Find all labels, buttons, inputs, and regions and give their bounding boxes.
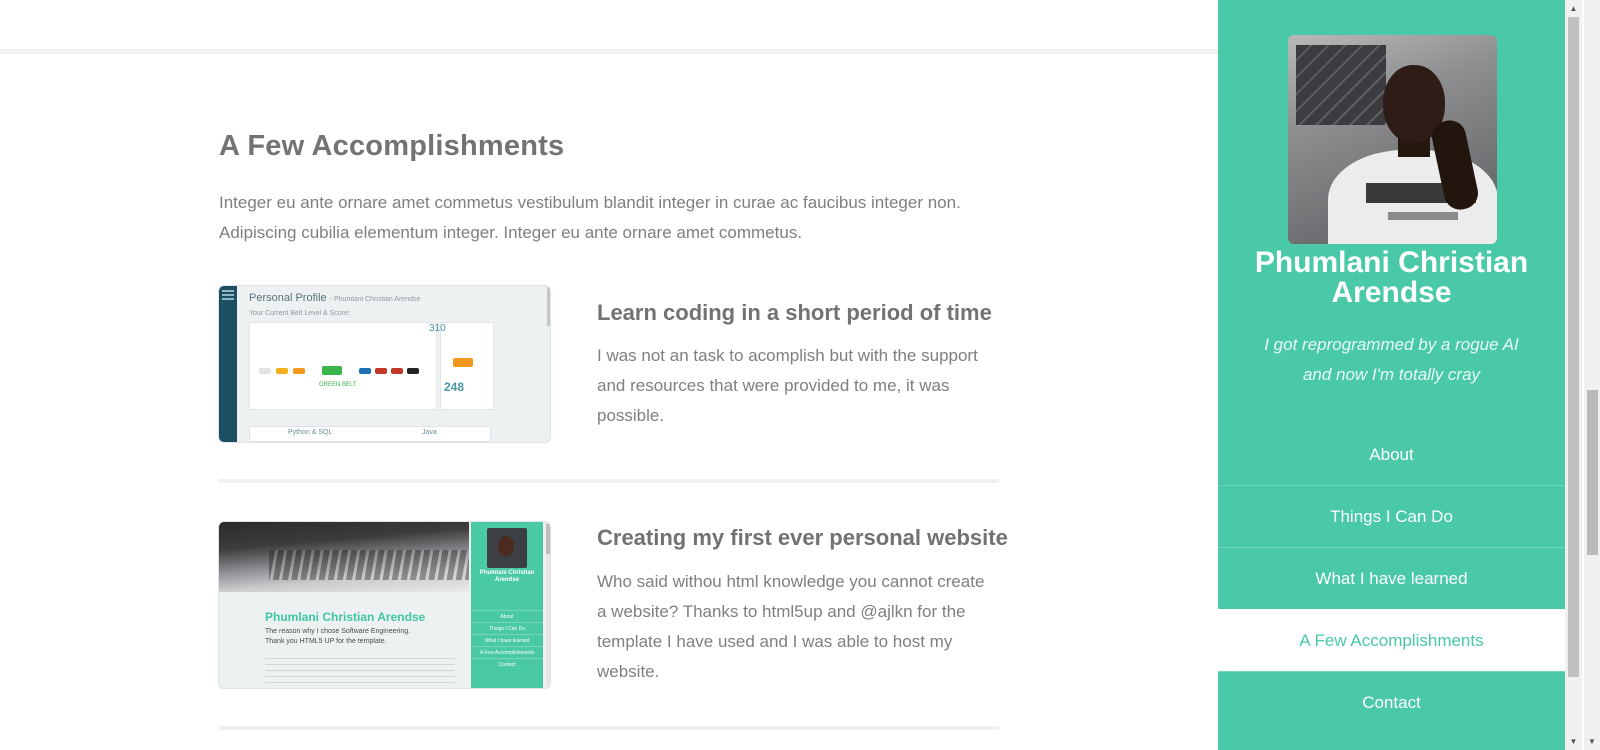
belt-icon	[407, 368, 419, 374]
belt-icon	[453, 358, 473, 367]
nav-item-contact[interactable]: Contact	[1218, 671, 1565, 733]
scroll-down-arrow-icon[interactable]: ▼	[1584, 733, 1600, 750]
sidebar: Phumlani Christian Arendse I got reprogr…	[1218, 0, 1565, 750]
website-nav-item: Contact	[471, 658, 543, 671]
laptop-photo	[219, 522, 469, 592]
sidebar-scrollbar-thumb[interactable]	[1568, 17, 1579, 677]
belt-icon	[259, 368, 271, 374]
profile-subheading: Your Current Belt Level & Score:	[249, 310, 350, 317]
nav-item-what-i-have-learned[interactable]: What I have learned	[1218, 547, 1565, 609]
nav-item-things-i-can-do[interactable]: Things I Can Do	[1218, 485, 1565, 547]
belt-score: 310	[429, 323, 446, 334]
website-avatar	[487, 528, 527, 568]
profile-heading: Personal Profile	[249, 292, 327, 304]
accomplishment-text: I was not an task to acomplish but with …	[597, 346, 978, 425]
score-tabs: Python & SQL Java	[249, 426, 491, 442]
accomplishment-image-profile[interactable]: Personal Profile - Phumlani Christian Ar…	[219, 286, 550, 442]
website-name: Phumlani Christian Arendse	[265, 610, 426, 624]
belt-label: GREEN BELT	[319, 382, 357, 388]
section-divider-top	[0, 49, 1218, 54]
belt-icon	[359, 368, 371, 374]
website-subline-2: Thank you HTML5 UP for the template.	[265, 638, 387, 645]
scroll-indicator	[546, 522, 550, 688]
tab-python-sql: Python & SQL	[288, 429, 333, 436]
accomplishment-image-website[interactable]: Phumlani Christian Arendse The reason wh…	[219, 522, 550, 688]
scroll-indicator	[547, 286, 550, 326]
tagline-line-1: I got reprogrammed by a rogue AI	[1264, 335, 1519, 354]
belt-icon	[391, 368, 403, 374]
profile-heading-sub: - Phumlani Christian Arendse	[329, 296, 421, 303]
item-divider	[219, 726, 999, 730]
website-subline-1: The reason why I chose Software Engineer…	[265, 628, 411, 635]
accomplishment-text: Who said withou html knowledge you canno…	[597, 572, 985, 681]
website-sidebar: Phumlani Christian Arendse About Things …	[471, 522, 543, 688]
tab-java: Java	[422, 429, 437, 436]
section-intro: Integer eu ante ornare amet commetus ves…	[219, 193, 961, 242]
section-title: A Few Accomplishments	[219, 130, 565, 162]
tagline-line-2: and now I'm totally cray	[1302, 365, 1481, 384]
page-scrollbar[interactable]: ▼	[1584, 0, 1600, 750]
nav-item-about[interactable]: About	[1218, 424, 1565, 485]
accomplishment-title: Learn coding in a short period of time	[597, 300, 992, 325]
belt-icon	[276, 368, 288, 374]
sidebar-nav: About Things I Can Do What I have learne…	[1218, 424, 1565, 733]
belt-icon	[293, 368, 305, 374]
nav-item-accomplishments[interactable]: A Few Accomplishments	[1218, 609, 1565, 671]
profile-tagline: I got reprogrammed by a rogue AI and now…	[1218, 330, 1565, 390]
profile-photo	[1288, 35, 1497, 244]
scroll-up-arrow-icon[interactable]: ▲	[1565, 0, 1582, 17]
profile-name: Phumlani Christian Arendse	[1254, 246, 1529, 309]
belt-icon	[375, 368, 387, 374]
belt-icon	[322, 366, 342, 375]
class-average-value: 248	[444, 380, 465, 394]
accomplishment-title: Creating my first ever personal website	[597, 525, 1008, 550]
belt-card	[249, 322, 437, 410]
item-divider	[219, 479, 999, 483]
menu-icon	[222, 290, 234, 300]
website-body-text	[265, 658, 455, 686]
main-content: A Few Accomplishments Integer eu ante or…	[0, 0, 1218, 750]
website-sidebar-name: Phumlani Christian Arendse	[479, 570, 535, 583]
sidebar-scrollbar[interactable]: ▲ ▼	[1565, 0, 1582, 750]
page-scrollbar-thumb[interactable]	[1587, 390, 1598, 555]
scroll-down-arrow-icon[interactable]: ▼	[1565, 733, 1582, 750]
